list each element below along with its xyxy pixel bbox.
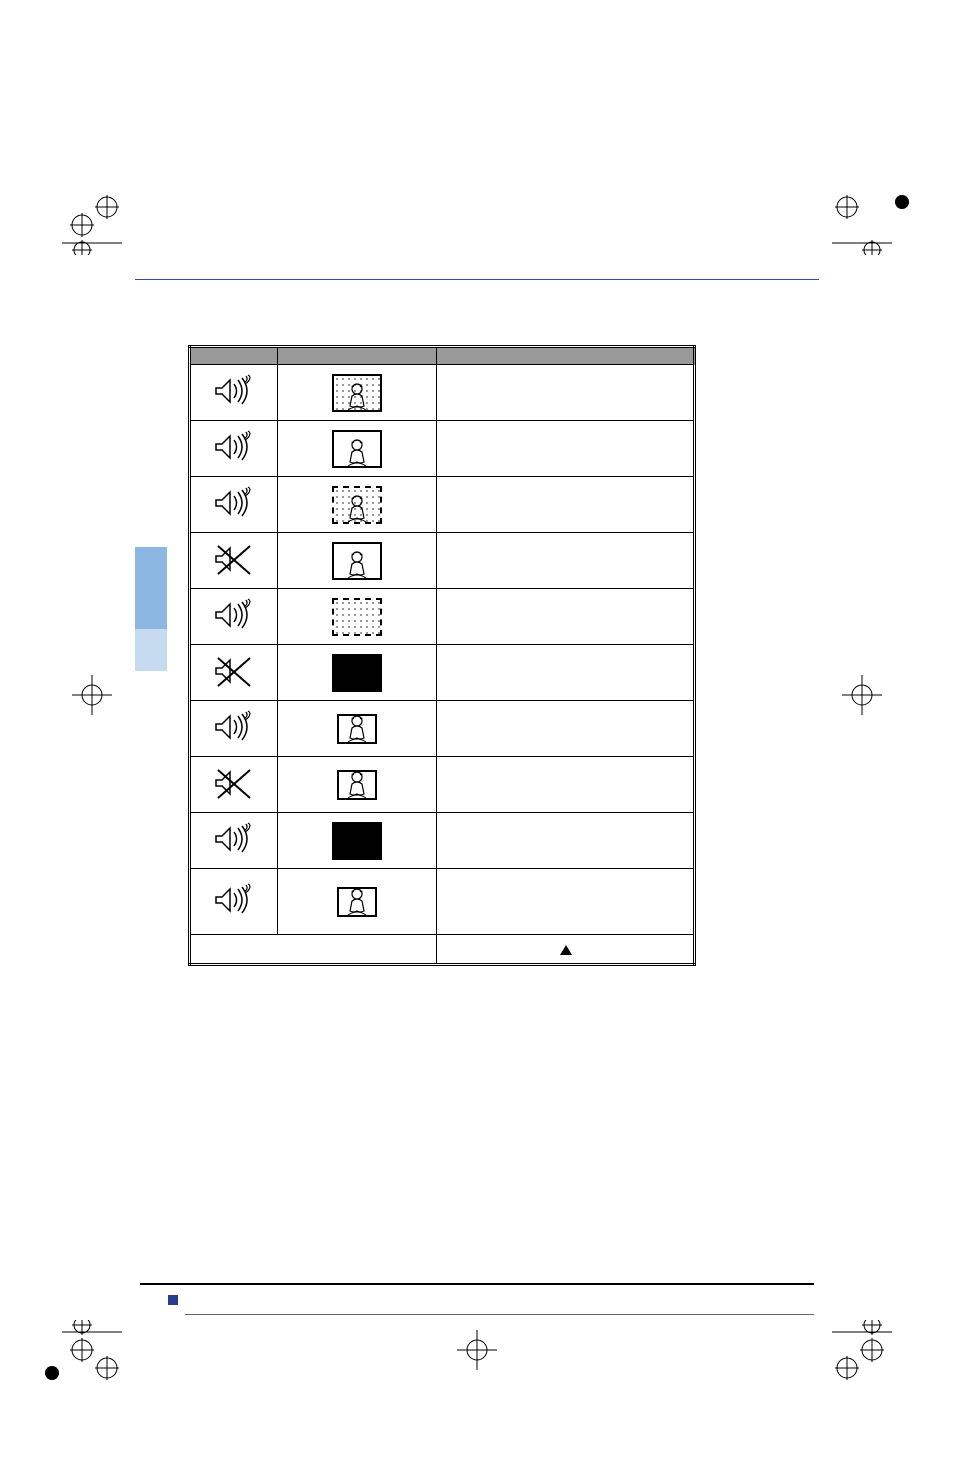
person-figure-icon xyxy=(344,887,370,915)
person-figure-icon xyxy=(344,438,370,466)
symptom-table xyxy=(188,345,696,966)
cell-image xyxy=(277,645,436,701)
top-horizontal-rule xyxy=(135,279,819,280)
cell-description xyxy=(436,645,694,701)
cell-sound xyxy=(190,589,278,645)
cell-description xyxy=(436,813,694,869)
crop-mark-tr xyxy=(832,195,892,255)
crop-dot-tr xyxy=(895,195,909,209)
cell-description xyxy=(436,421,694,477)
table-row xyxy=(190,701,695,757)
crop-mark-bc xyxy=(447,1320,507,1380)
cell-sound xyxy=(190,701,278,757)
cell-sound xyxy=(190,813,278,869)
table-row xyxy=(190,533,695,589)
cell-description xyxy=(436,365,694,421)
table-row xyxy=(190,421,695,477)
table-row xyxy=(190,477,695,533)
screen-small-image-icon xyxy=(337,770,377,800)
table-row xyxy=(190,589,695,645)
crop-dot-bl xyxy=(45,1366,59,1380)
person-figure-icon xyxy=(344,550,370,578)
cell-sound xyxy=(190,421,278,477)
cell-description xyxy=(436,757,694,813)
crop-mark-ml xyxy=(62,665,122,725)
cell-sound xyxy=(190,645,278,701)
cell-sound xyxy=(190,869,278,935)
person-figure-icon xyxy=(344,714,370,742)
screen-black-icon xyxy=(332,654,382,692)
person-figure-icon xyxy=(344,770,370,798)
blue-bullet-icon xyxy=(168,1295,178,1305)
screen-small-image-icon xyxy=(337,714,377,744)
person-figure-icon xyxy=(344,382,370,410)
table-row xyxy=(190,869,695,935)
crop-mark-br xyxy=(832,1320,892,1380)
table-row xyxy=(190,365,695,421)
table-row xyxy=(190,757,695,813)
bottom-thin-rule xyxy=(185,1314,814,1315)
cell-footnote-left xyxy=(190,935,437,965)
cell-image xyxy=(277,757,436,813)
speaker-on-icon xyxy=(212,710,256,744)
speaker-muted-icon xyxy=(212,654,256,688)
table-row xyxy=(190,645,695,701)
crop-mark-tl xyxy=(62,195,122,255)
crop-mark-mr xyxy=(832,665,892,725)
cell-sound xyxy=(190,757,278,813)
speaker-muted-icon xyxy=(212,766,256,800)
cell-description xyxy=(436,477,694,533)
cell-image xyxy=(277,421,436,477)
screen-normal-image-icon xyxy=(332,542,382,580)
speaker-on-icon xyxy=(212,374,256,408)
screen-dashed-noisy-image-icon xyxy=(332,486,382,524)
cell-description xyxy=(436,701,694,757)
cell-description xyxy=(436,589,694,645)
speaker-muted-icon xyxy=(212,542,256,576)
table-row xyxy=(190,813,695,869)
speaker-on-icon xyxy=(212,486,256,520)
cell-image xyxy=(277,869,436,935)
triangle-up-icon xyxy=(560,945,572,955)
cell-footnote-right xyxy=(436,935,694,965)
speaker-on-icon xyxy=(212,430,256,464)
section-tab-blue xyxy=(135,547,167,629)
bottom-horizontal-rule xyxy=(140,1283,814,1285)
screen-small-image-icon xyxy=(337,887,377,917)
speaker-on-icon xyxy=(212,883,256,917)
cell-sound xyxy=(190,533,278,589)
screen-normal-image-icon xyxy=(332,430,382,468)
cell-image xyxy=(277,701,436,757)
cell-sound xyxy=(190,365,278,421)
screen-black-icon xyxy=(332,822,382,860)
screen-noisy-no-image-icon xyxy=(332,598,382,636)
speaker-on-icon xyxy=(212,822,256,856)
table-header-image xyxy=(277,347,436,365)
cell-image xyxy=(277,477,436,533)
cell-sound xyxy=(190,477,278,533)
screen-noisy-with-image-icon xyxy=(332,374,382,412)
table-header-sound xyxy=(190,347,278,365)
cell-description xyxy=(436,869,694,935)
cell-image xyxy=(277,365,436,421)
cell-image xyxy=(277,533,436,589)
person-figure-icon xyxy=(344,494,370,522)
table-row xyxy=(190,935,695,965)
section-tab-light-blue xyxy=(135,629,167,671)
table-header-desc xyxy=(436,347,694,365)
speaker-on-icon xyxy=(212,598,256,632)
cell-image xyxy=(277,589,436,645)
cell-image xyxy=(277,813,436,869)
cell-description xyxy=(436,533,694,589)
crop-mark-bl xyxy=(62,1320,122,1380)
